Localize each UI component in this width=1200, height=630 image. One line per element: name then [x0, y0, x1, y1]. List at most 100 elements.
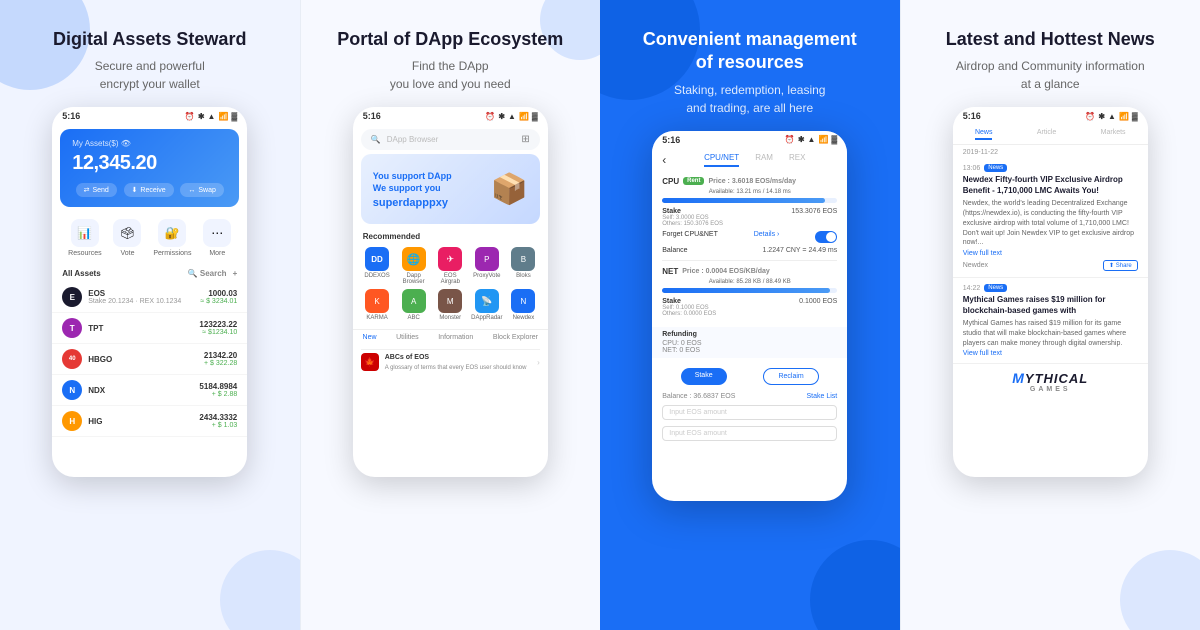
- view-full-2[interactable]: View full text: [963, 350, 1138, 357]
- balance-label: Balance: [662, 247, 687, 254]
- news-tabs: News Article Markets: [953, 125, 1148, 145]
- proxyvote-icon: P: [475, 247, 499, 271]
- mythical-rest: YTHICAL: [1025, 371, 1088, 386]
- details-link[interactable]: Details ›: [754, 231, 780, 243]
- assets-title: All Assets: [62, 269, 100, 278]
- tab-new[interactable]: New: [363, 334, 377, 341]
- status-icons-3: ⏰ ✱ ▲ 📶 ▓: [785, 135, 837, 144]
- banner-figure: 📦: [487, 159, 532, 219]
- reclaim-button[interactable]: Reclaim: [763, 368, 818, 385]
- add-icon[interactable]: +: [233, 269, 238, 278]
- abcs-text: ABCs of EOS A glossary of terms that eve…: [385, 354, 527, 371]
- dapp-monster[interactable]: M Monster: [434, 289, 467, 321]
- dapp-browser[interactable]: 🌐 Dapp Browser: [397, 247, 430, 285]
- stake-button[interactable]: Stake: [681, 368, 727, 385]
- vote-action[interactable]: 🗳 Vote: [113, 219, 141, 257]
- dapp-grid: DD DDEXOS 🌐 Dapp Browser ✈ EOS Airgrab P…: [353, 243, 548, 325]
- news-footer-1: Newdex ⬆ Share: [963, 260, 1138, 271]
- more-action[interactable]: ⋯ More: [203, 219, 231, 257]
- news-badge-2: News: [984, 284, 1007, 292]
- forget-row: Forget CPU&NET Details ›: [662, 229, 837, 245]
- panel1-subtitle: Secure and powerfulencrypt your wallet: [95, 57, 205, 93]
- phone-mockup-2: 5:16 ⏰ ✱ ▲ 📶 ▓ 🔍 DApp Browser ⊞ You supp…: [353, 107, 548, 477]
- asset-tpt[interactable]: T TPT 123223.22 ≈ $1234.10: [52, 313, 247, 344]
- permissions-icon: 🔐: [158, 219, 186, 247]
- share-button[interactable]: ⬆ Share: [1103, 260, 1138, 271]
- assets-header: All Assets 🔍 Search +: [52, 265, 247, 282]
- toggle-dot: [826, 232, 836, 242]
- dapp-karma[interactable]: K KARMA: [361, 289, 394, 321]
- asset-hig[interactable]: H HIG 2434.3332 + $ 1.03: [52, 406, 247, 437]
- eos-info: EOS Stake 20.1234 · REX 10.1234: [88, 289, 200, 305]
- asset-eos[interactable]: E EOS Stake 20.1234 · REX 10.1234 1000.0…: [52, 282, 247, 313]
- news-item-1: 13:06 News Newdex Fifty-fourth VIP Exclu…: [953, 158, 1148, 278]
- wallet-header: My Assets($) 👁 12,345.20 ⇄ Send ⬇ Receiv…: [60, 129, 239, 207]
- panel4-title: Latest and Hottest News: [946, 28, 1155, 51]
- tab-ram[interactable]: RAM: [755, 153, 773, 167]
- net-progress-fill: [662, 288, 830, 293]
- back-icon[interactable]: ‹: [662, 153, 666, 167]
- hbgo-info: HBGO: [88, 355, 204, 364]
- phone-mockup-1: 5:16 ⏰ ✱ ▲ 📶 ▓ My Assets($) 👁 12,345.20 …: [52, 107, 247, 477]
- tab-article[interactable]: Article: [1037, 129, 1056, 140]
- tab-rex[interactable]: REX: [789, 153, 805, 167]
- asset-hbgo[interactable]: 40 HBGO 21342.20 + $ 322.28: [52, 344, 247, 375]
- search-placeholder: DApp Browser: [387, 135, 439, 144]
- news-meta-2: 14:22 News: [963, 284, 1138, 292]
- hbgo-icon: 40: [62, 349, 82, 369]
- dapp-proxyvote[interactable]: P ProxyVote: [471, 247, 504, 285]
- mythical-brand: MYTHICAL: [959, 370, 1142, 386]
- stake-buttons: Stake Reclaim: [652, 362, 847, 391]
- asset-ndx[interactable]: N NDX 5184.8984 + $ 2.88: [52, 375, 247, 406]
- tpt-info: TPT: [88, 324, 199, 333]
- dapp-search[interactable]: 🔍 DApp Browser ⊞: [361, 129, 540, 150]
- panel-digital-assets: Digital Assets Steward Secure and powerf…: [0, 0, 300, 630]
- hig-info: HIG: [88, 417, 199, 426]
- net-stake-row: Stake Self: 0.1000 EOS Others: 0.0000 EO…: [662, 296, 837, 319]
- panel3-title: Convenient managementof resources: [643, 28, 857, 75]
- panel2-title: Portal of DApp Ecosystem: [337, 28, 563, 51]
- cpu-section: CPU Rent Price : 3.6018 EOS/ms/day Avail…: [652, 171, 847, 260]
- tab-utilities[interactable]: Utilities: [396, 334, 419, 341]
- search-icon[interactable]: 🔍 Search: [188, 269, 227, 278]
- recommended-label: Recommended: [353, 228, 548, 243]
- dapp-newdex[interactable]: N Newdex: [507, 289, 540, 321]
- toggle-button[interactable]: [815, 231, 837, 243]
- panel-resources: Convenient managementof resources Stakin…: [600, 0, 900, 630]
- abcs-desc: A glossary of terms that every EOS user …: [385, 365, 527, 371]
- tab-cpu-net[interactable]: CPU/NET: [704, 153, 739, 167]
- input-net-field[interactable]: Input EOS amount: [662, 426, 837, 441]
- tab-block-explorer[interactable]: Block Explorer: [493, 334, 538, 341]
- blob-decoration-3b: [810, 540, 900, 630]
- cpu-available: Available: 13.21 ms / 14.18 ms: [662, 189, 837, 195]
- tab-markets[interactable]: Markets: [1101, 129, 1126, 140]
- panel4-subtitle: Airdrop and Community informationat a gl…: [956, 57, 1145, 93]
- tab-news[interactable]: News: [975, 129, 993, 140]
- resources-action[interactable]: 📊 Resources: [68, 219, 101, 257]
- view-full-1[interactable]: View full text: [963, 250, 1138, 257]
- abcs-item[interactable]: 🍁 ABCs of EOS A glossary of terms that e…: [361, 349, 540, 374]
- tab-information[interactable]: Information: [438, 334, 473, 341]
- stake-list-link[interactable]: Stake List: [807, 393, 838, 400]
- battery-icon: ▓: [231, 112, 237, 121]
- resources-label: Resources: [68, 250, 101, 257]
- dapp-abc[interactable]: A ABC: [397, 289, 430, 321]
- dapp-airgrab[interactable]: ✈ EOS Airgrab: [434, 247, 467, 285]
- ndx-info: NDX: [88, 386, 199, 395]
- send-button[interactable]: ⇄ Send: [76, 183, 117, 197]
- dapp-ddexos[interactable]: DD DDEXOS: [361, 247, 394, 285]
- browser-icon: 🌐: [402, 247, 426, 271]
- receive-button[interactable]: ⬇ Receive: [124, 183, 174, 197]
- news-body-2: Mythical Games has raised $19 million fo…: [963, 319, 1138, 348]
- swap-button[interactable]: ↔ Swap: [180, 183, 224, 197]
- hbgo-amount: 21342.20 + $ 322.28: [204, 351, 237, 367]
- dapp-bloks[interactable]: B Bloks: [507, 247, 540, 285]
- dapp-banner: You support DApp We support you superdap…: [361, 154, 540, 224]
- input-cpu-field[interactable]: Input EOS amount: [662, 405, 837, 420]
- battery-icon-2: ▓: [532, 112, 538, 121]
- dapp-radar[interactable]: 📡 DAppRadar: [471, 289, 504, 321]
- permissions-action[interactable]: 🔐 Permissions: [153, 219, 191, 257]
- radar-icon: 📡: [475, 289, 499, 313]
- blob-decoration: [220, 550, 300, 630]
- alarm-icon-2: ⏰: [485, 112, 495, 121]
